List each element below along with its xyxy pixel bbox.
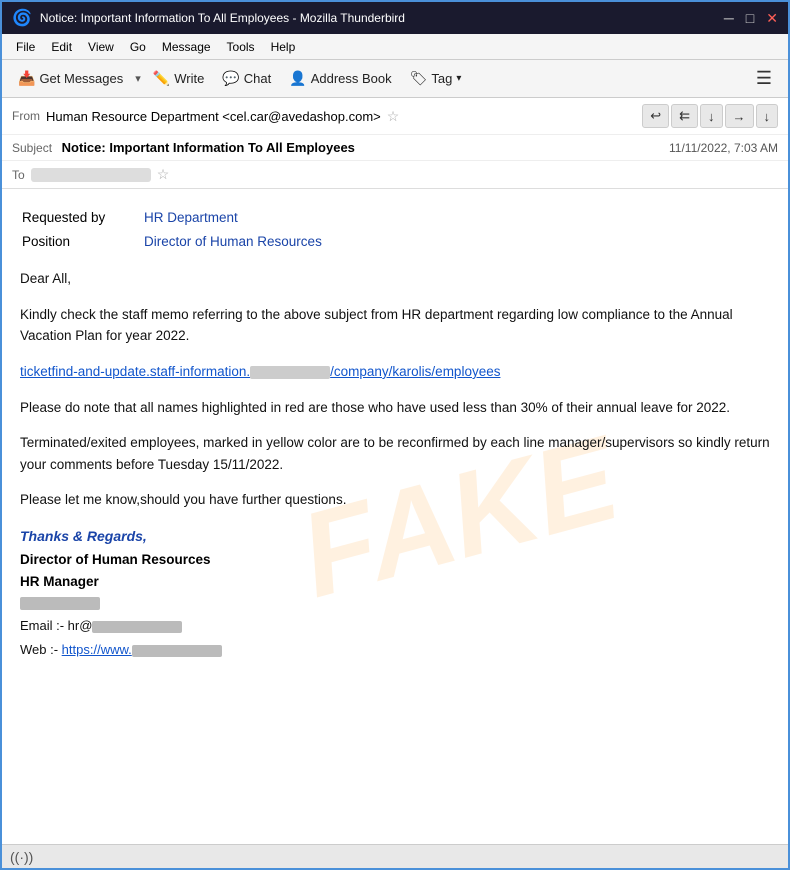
position-value: Director of Human Resources (144, 231, 322, 253)
sig-thanks: Thanks & Regards, (20, 525, 770, 547)
get-messages-label: Get Messages (39, 71, 123, 86)
email-body-content: Requested by HR Department Position Dire… (20, 205, 770, 661)
email-header: From Human Resource Department <cel.car@… (2, 98, 788, 189)
paragraph1: Kindly check the staff memo referring to… (20, 304, 770, 347)
sig-email-label: Email :- hr@ (20, 618, 92, 633)
menu-help[interactable]: Help (265, 38, 302, 56)
signature: Thanks & Regards, Director of Human Reso… (20, 525, 770, 661)
window-controls[interactable]: ─ □ ✕ (724, 10, 778, 27)
email-link-paragraph: ticketfind-and-update.staff-information.… (20, 361, 770, 383)
more-button[interactable]: ↓ (700, 104, 723, 128)
chat-icon: 💬 (222, 70, 239, 87)
write-button[interactable]: ✏️ Write (145, 66, 213, 91)
maximize-button[interactable]: □ (746, 10, 754, 27)
forward-dropdown[interactable]: ↓ (756, 104, 779, 128)
minimize-button[interactable]: ─ (724, 10, 734, 27)
sig-web-link[interactable]: https://www. (62, 642, 222, 657)
requested-by-value: HR Department (144, 207, 322, 229)
sig-web: Web :- https://www. (20, 640, 770, 661)
menu-go[interactable]: Go (124, 38, 152, 56)
to-label: To (12, 168, 25, 182)
sig-web-label: Web :- (20, 642, 62, 657)
write-label: Write (174, 71, 204, 86)
close-button[interactable]: ✕ (766, 10, 778, 27)
email-date: 11/11/2022, 7:03 AM (669, 141, 778, 155)
menu-bar: File Edit View Go Message Tools Help (2, 34, 788, 60)
email-blurred (92, 621, 182, 633)
position-label: Position (22, 231, 132, 253)
menu-edit[interactable]: Edit (45, 38, 78, 56)
email-action-buttons: ↩ ⇇ ↓ → ↓ (642, 104, 778, 128)
chat-button[interactable]: 💬 Chat (214, 66, 279, 91)
app-icon: 🌀 (12, 8, 32, 28)
menu-message[interactable]: Message (156, 38, 217, 56)
write-icon: ✏️ (153, 70, 170, 87)
window-title: Notice: Important Information To All Emp… (40, 11, 405, 25)
toolbar: 📥 Get Messages ▾ ✏️ Write 💬 Chat 👤 Addre… (2, 60, 788, 98)
phishing-link[interactable]: ticketfind-and-update.staff-information.… (20, 364, 500, 379)
toolbar-menu-button[interactable]: ☰ (748, 64, 780, 93)
address-book-button[interactable]: 👤 Address Book (281, 66, 399, 91)
requested-by-label: Requested by (22, 207, 132, 229)
sig-email: Email :- hr@ (20, 616, 770, 637)
web-blurred (132, 645, 222, 657)
paragraph2: Please do note that all names highlighte… (20, 397, 770, 419)
address-book-label: Address Book (311, 71, 392, 86)
address-book-icon: 👤 (289, 70, 306, 87)
status-bar: ((·)) (2, 844, 788, 868)
menu-tools[interactable]: Tools (221, 38, 261, 56)
subject-label: Subject (12, 141, 52, 155)
to-row: To ☆ (2, 161, 788, 188)
email-body: FAKE Requested by HR Department Position… (2, 189, 788, 844)
chat-label: Chat (244, 71, 271, 86)
to-value (31, 168, 151, 182)
from-label: From (12, 109, 40, 123)
wifi-icon: ((·)) (10, 849, 33, 865)
paragraph3: Terminated/exited employees, marked in y… (20, 432, 770, 475)
sig-phone (20, 593, 770, 614)
reply-button[interactable]: ↩ (642, 104, 669, 128)
from-value: Human Resource Department <cel.car@aveda… (46, 109, 381, 124)
menu-file[interactable]: File (10, 38, 41, 56)
reply-all-button[interactable]: ⇇ (671, 104, 698, 128)
tag-button[interactable]: 🏷 Tag ▾ (402, 66, 470, 91)
greeting: Dear All, (20, 268, 770, 290)
from-star[interactable]: ☆ (387, 108, 400, 125)
subject-value: Notice: Important Information To All Emp… (62, 140, 355, 155)
sig-title2: HR Manager (20, 571, 770, 593)
get-messages-icon: 📥 (18, 70, 35, 87)
paragraph4: Please let me know,should you have furth… (20, 489, 770, 511)
subject-row: Subject Notice: Important Information To… (2, 135, 788, 161)
menu-view[interactable]: View (82, 38, 120, 56)
tag-label: Tag (431, 71, 452, 86)
get-messages-button[interactable]: 📥 Get Messages (10, 66, 131, 91)
sig-title1: Director of Human Resources (20, 549, 770, 571)
title-bar: 🌀 Notice: Important Information To All E… (2, 2, 788, 34)
from-row: From Human Resource Department <cel.car@… (2, 98, 788, 135)
to-star[interactable]: ☆ (157, 166, 170, 183)
forward-button[interactable]: → (725, 104, 754, 128)
get-messages-dropdown[interactable]: ▾ (133, 68, 143, 89)
requested-info-table: Requested by HR Department Position Dire… (20, 205, 324, 254)
tag-icon: 🏷 (410, 70, 428, 87)
phone-blurred (20, 597, 100, 610)
tag-dropdown-icon: ▾ (456, 73, 461, 84)
